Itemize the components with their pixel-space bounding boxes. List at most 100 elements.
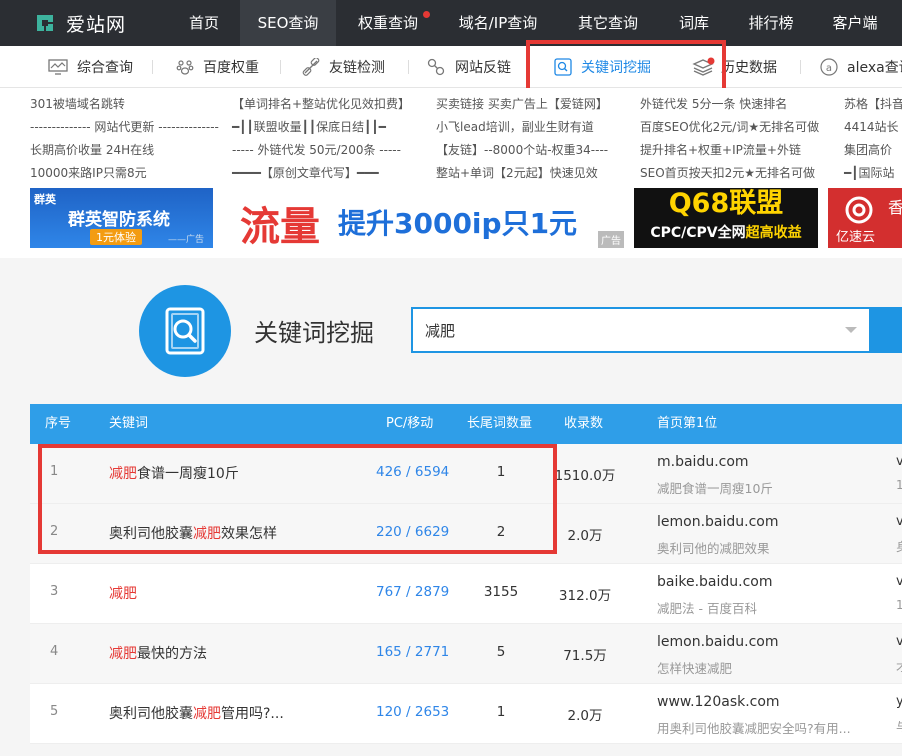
subnav-keyword-mining[interactable]: 关键词挖掘 bbox=[554, 46, 651, 88]
row-longtail-count: 5 bbox=[496, 644, 506, 660]
subnav-label: 历史数据 bbox=[721, 60, 777, 76]
ad-link[interactable]: ━━━━【原创文章代写】━━━ bbox=[232, 164, 379, 181]
nav-client[interactable]: 客户端 bbox=[820, 0, 890, 46]
banner-qunying[interactable]: 群英 群英智防系统 1元体验 ——广告 bbox=[30, 188, 213, 248]
row-pc-mobile[interactable]: 165 / 2771 bbox=[376, 644, 449, 660]
ad-tag: ——广告 bbox=[168, 235, 205, 245]
row-clipped-text: y bbox=[896, 694, 902, 709]
nav-weight-query[interactable]: 权重查询 bbox=[340, 0, 436, 46]
row-keyword[interactable]: 减肥 bbox=[109, 583, 137, 603]
col-header-index: 序号 bbox=[45, 416, 72, 431]
layers-icon bbox=[692, 57, 715, 76]
row-indexed-count: 71.5万 bbox=[563, 648, 607, 664]
divider bbox=[152, 60, 153, 74]
ad-link[interactable]: ━┃国际站 bbox=[844, 164, 894, 181]
nav-seo-query[interactable]: SEO查询 bbox=[240, 0, 336, 46]
row-keyword[interactable]: 奥利司他胶囊减肥管用吗?... bbox=[109, 703, 284, 723]
subnav-history-data[interactable]: 历史数据 bbox=[692, 46, 777, 88]
ad-link[interactable]: 整站+单词【2元起】快速见效 bbox=[436, 164, 598, 181]
keyword-suffix: 最快的方法 bbox=[137, 646, 207, 662]
row-index: 3 bbox=[50, 584, 59, 599]
row-clipped-text: v bbox=[896, 574, 902, 589]
ad-link[interactable]: 301被墙域名跳转 bbox=[30, 95, 125, 112]
ad-link[interactable]: 苏格【抖音 bbox=[844, 95, 902, 112]
banner-ads: 群英 群英智防系统 1元体验 ——广告 流量 提升3000ip只1元 广告 Q6… bbox=[0, 188, 902, 258]
subnav-overall-query[interactable]: 综合查询 bbox=[48, 46, 133, 88]
banner-brand: 群英 bbox=[34, 193, 56, 206]
subnav-label: 网站反链 bbox=[455, 60, 511, 76]
row-longtail-count: 1 bbox=[496, 704, 506, 720]
banner-traffic[interactable]: 流量 提升3000ip只1元 广告 bbox=[230, 188, 624, 248]
row-pc-mobile[interactable]: 120 / 2653 bbox=[376, 704, 449, 720]
nav-home[interactable]: 首页 bbox=[172, 0, 236, 46]
row-first-domain[interactable]: m.baidu.com bbox=[657, 454, 749, 470]
ad-link[interactable]: 长期高价收量 24H在线 bbox=[30, 141, 154, 158]
row-keyword[interactable]: 奥利司他胶囊减肥效果怎样 bbox=[109, 523, 277, 543]
banner-yisu[interactable]: 亿速云 香 bbox=[828, 188, 902, 248]
row-keyword[interactable]: 减肥食谱一周瘦10斤 bbox=[109, 463, 239, 483]
col-header-first-rank: 首页第1位 bbox=[657, 416, 718, 431]
row-longtail-count: 1 bbox=[496, 464, 506, 480]
logo[interactable]: 爱站网 bbox=[33, 9, 126, 37]
ad-link[interactable]: 【友链】--8000个站-权重34---- bbox=[436, 141, 608, 158]
row-first-desc: 奥利司他的减肥效果 bbox=[657, 541, 770, 556]
banner-q68[interactable]: Q68联盟 CPC/CPV全网超高收益 bbox=[634, 188, 818, 248]
ad-link[interactable]: SEO首页按天扣2元★无排名可做 bbox=[640, 164, 815, 181]
row-keyword[interactable]: 减肥最快的方法 bbox=[109, 643, 207, 663]
new-badge-dot bbox=[423, 11, 430, 18]
keyword-mining-icon bbox=[139, 285, 231, 377]
row-first-domain[interactable]: lemon.baidu.com bbox=[657, 514, 779, 530]
ad-link[interactable]: 百度SEO优化2元/词★无排名可做 bbox=[640, 118, 819, 135]
row-pc-mobile[interactable]: 767 / 2879 bbox=[376, 584, 449, 600]
banner-sub: 1元体验 bbox=[90, 229, 142, 245]
search-box-icon bbox=[554, 58, 572, 76]
search-button[interactable] bbox=[871, 307, 902, 353]
row-first-domain[interactable]: lemon.baidu.com bbox=[657, 634, 779, 650]
row-first-desc: 减肥法 - 百度百科 bbox=[657, 601, 757, 616]
ad-link[interactable]: 提升排名+权重+IP流量+外链 bbox=[640, 141, 801, 158]
table-row: 4 减肥最快的方法 165 / 2771 5 71.5万 lemon.baidu… bbox=[30, 624, 902, 684]
col-header-pc-mobile[interactable]: PC/移动 bbox=[386, 404, 433, 444]
row-indexed-count: 1510.0万 bbox=[554, 468, 616, 484]
table-row: 5 奥利司他胶囊减肥管用吗?... 120 / 2653 1 2.0万 www.… bbox=[30, 684, 902, 744]
ad-link[interactable]: -------------- 网站代更新 -------------- bbox=[30, 118, 219, 135]
text-ad-links: 301被墙域名跳转 -------------- 网站代更新 ---------… bbox=[0, 88, 902, 188]
subnav-alexa-query[interactable]: a alexa查询 bbox=[820, 46, 902, 88]
nav-word-library[interactable]: 词库 bbox=[664, 0, 724, 46]
subnav-friend-link-check[interactable]: 友链检测 bbox=[302, 46, 385, 88]
nav-ranking[interactable]: 排行榜 bbox=[736, 0, 806, 46]
banner-title: 群英智防系统 bbox=[68, 210, 170, 230]
keyword-highlight: 减肥 bbox=[109, 466, 137, 482]
row-clipped-text: 身 bbox=[896, 538, 902, 555]
ad-link[interactable]: 外链代发 5分一条 快速排名 bbox=[640, 95, 787, 112]
banner-text: 亿速云 bbox=[836, 230, 876, 245]
ad-link[interactable]: 【单词排名+整站优化见效扣费】 bbox=[232, 95, 410, 112]
ad-link[interactable]: 4414站长 bbox=[844, 118, 899, 135]
subnav-backlinks[interactable]: 网站反链 bbox=[426, 46, 511, 88]
col-header-indexed[interactable]: 收录数 bbox=[564, 404, 603, 444]
row-first-domain[interactable]: www.120ask.com bbox=[657, 694, 780, 710]
keyword-search-input[interactable] bbox=[411, 307, 871, 353]
col-header-longtail[interactable]: 长尾词数量 bbox=[467, 404, 532, 444]
nav-domain-ip-query[interactable]: 域名/IP查询 bbox=[445, 0, 551, 46]
ad-link[interactable]: 集团高价 bbox=[844, 141, 892, 158]
ad-link[interactable]: ----- 外链代发 50元/200条 ----- bbox=[232, 141, 401, 158]
table-header: 序号 关键词 PC/移动 长尾词数量 收录数 首页第1位 bbox=[30, 404, 902, 444]
row-pc-mobile[interactable]: 220 / 6629 bbox=[376, 524, 449, 540]
row-first-domain[interactable]: baike.baidu.com bbox=[657, 574, 773, 590]
subnav-baidu-weight[interactable]: 百度权重 bbox=[176, 46, 259, 88]
row-pc-mobile[interactable]: 426 / 6594 bbox=[376, 464, 449, 480]
ad-link[interactable]: 10000来路IP只需8元 bbox=[30, 164, 147, 181]
chevron-down-icon[interactable] bbox=[845, 327, 857, 333]
search-section: 关键词挖掘 bbox=[0, 258, 902, 398]
row-clipped-text: v bbox=[896, 634, 902, 649]
subnav-label: 综合查询 bbox=[77, 60, 133, 76]
nav-other-query[interactable]: 其它查询 bbox=[564, 0, 652, 46]
ad-link[interactable]: ━┃┃联盟收量┃┃保底日结┃┃━ bbox=[232, 118, 386, 135]
banner-sub-prefix: CPC/CPV全网 bbox=[650, 225, 746, 241]
row-clipped-text: v bbox=[896, 454, 902, 469]
ad-link[interactable]: 小飞lead培训，副业生财有道 bbox=[436, 118, 594, 135]
col-header-keyword: 关键词 bbox=[109, 416, 149, 431]
ad-link[interactable]: 买卖链接 买卖广告上【爱链网】 bbox=[436, 95, 608, 112]
keyword-suffix: 管用吗?... bbox=[221, 706, 284, 722]
